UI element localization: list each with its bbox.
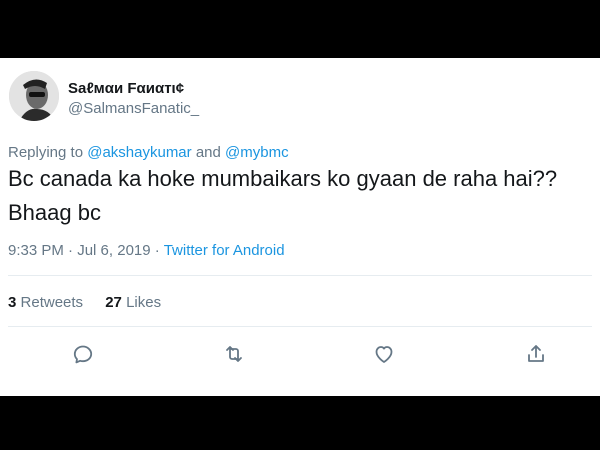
avatar[interactable] [9,71,59,121]
like-button[interactable] [372,342,396,366]
divider [8,326,592,327]
like-icon [375,346,393,363]
mention-mybmc[interactable]: @mybmc [225,144,289,161]
author-display-name[interactable]: Saℓмαи Fαиαтι¢ [68,80,184,97]
tweet-text: Bc canada ka hoke mumbaikars ko gyaan de… [8,162,593,230]
tweet-time[interactable]: 9:33 PM [8,242,64,259]
retweets-stat[interactable]: 3 Retweets [8,294,87,311]
meta-separator: · [154,242,160,259]
tweet-source[interactable]: Twitter for Android [164,242,285,259]
author-handle[interactable]: @SalmansFanatic_ [68,100,199,117]
tweet-meta: 9:33 PM · Jul 6, 2019 · Twitter for Andr… [8,242,285,259]
replying-to-line: Replying to @akshaykumar and @mybmc [8,144,289,161]
replying-conjunction: and [195,144,221,161]
divider [8,275,592,276]
share-button[interactable] [524,342,548,366]
likes-label: Likes [126,294,162,311]
retweets-count: 3 [8,294,17,311]
letterbox-bottom [0,396,600,450]
meta-separator: · [68,242,74,259]
tweet-stats: 3 Retweets 27 Likes [8,294,161,311]
retweets-label: Retweets [20,294,84,311]
reply-button[interactable] [71,342,95,366]
letterbox-top [0,0,600,58]
retweet-button[interactable] [222,342,246,366]
tweet-text-line-2: Bhaag bc [8,200,101,225]
likes-count: 27 [105,294,122,311]
retweet-icon [226,346,242,362]
likes-stat[interactable]: 27 Likes [105,294,161,311]
replying-prefix: Replying to [8,144,84,161]
share-icon [528,345,544,362]
tweet-card: Saℓмαи Fαиαтι¢ @SalmansFanatic_ Replying… [0,58,600,396]
mention-akshaykumar[interactable]: @akshaykumar [87,144,191,161]
reply-icon [73,345,93,364]
tweet-text-line-1: Bc canada ka hoke mumbaikars ko gyaan de… [8,166,558,191]
tweet-date[interactable]: Jul 6, 2019 [77,242,150,259]
